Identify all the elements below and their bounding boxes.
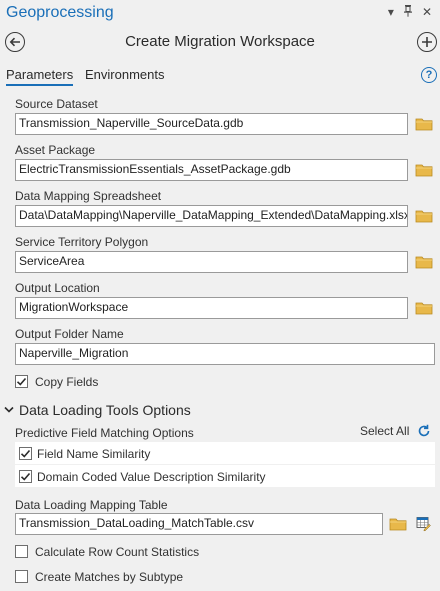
close-icon[interactable]: ✕ bbox=[422, 5, 432, 20]
folder-icon[interactable] bbox=[415, 255, 433, 269]
table-edit-icon[interactable] bbox=[416, 516, 432, 532]
asset-package-label: Asset Package bbox=[15, 143, 96, 157]
pin-icon[interactable] bbox=[403, 5, 412, 20]
mapping-table-label: Data Loading Mapping Table bbox=[15, 498, 168, 512]
tab-environments[interactable]: Environments bbox=[85, 67, 164, 82]
service-territory-label: Service Territory Polygon bbox=[15, 235, 149, 249]
chevron-down-icon bbox=[4, 406, 14, 413]
service-territory-field[interactable]: ServiceArea bbox=[15, 251, 408, 273]
by-subtype-label: Create Matches by Subtype bbox=[35, 570, 184, 584]
copy-fields-checkbox[interactable] bbox=[15, 375, 28, 388]
mapping-table-field[interactable]: Transmission_DataLoading_MatchTable.csv bbox=[15, 513, 383, 535]
help-icon[interactable]: ? bbox=[421, 67, 437, 83]
domain-coded-value-label: Domain Coded Value Description Similarit… bbox=[37, 470, 266, 484]
row-count-checkbox[interactable] bbox=[15, 545, 28, 558]
folder-icon[interactable] bbox=[415, 209, 433, 223]
folder-icon[interactable] bbox=[415, 163, 433, 177]
tab-parameters[interactable]: Parameters bbox=[6, 67, 74, 86]
select-all-link[interactable]: Select All bbox=[360, 424, 409, 438]
data-mapping-label: Data Mapping Spreadsheet bbox=[15, 189, 162, 203]
field-name-similarity-label: Field Name Similarity bbox=[37, 447, 151, 461]
domain-coded-value-checkbox[interactable] bbox=[19, 470, 32, 483]
folder-icon[interactable] bbox=[415, 301, 433, 315]
predictive-matching-label: Predictive Field Matching Options bbox=[15, 426, 194, 440]
refresh-icon[interactable] bbox=[417, 424, 431, 438]
data-loading-section-title: Data Loading Tools Options bbox=[19, 402, 191, 418]
data-loading-section-header[interactable]: Data Loading Tools Options bbox=[4, 402, 191, 418]
asset-package-field[interactable]: ElectricTransmissionEssentials_AssetPack… bbox=[15, 159, 408, 181]
folder-icon[interactable] bbox=[415, 117, 433, 131]
output-location-field[interactable]: MigrationWorkspace bbox=[15, 297, 408, 319]
add-button[interactable] bbox=[417, 32, 437, 52]
output-location-label: Output Location bbox=[15, 281, 100, 295]
folder-icon[interactable] bbox=[389, 517, 407, 531]
copy-fields-label: Copy Fields bbox=[35, 375, 99, 389]
source-dataset-field[interactable]: Transmission_Naperville_SourceData.gdb bbox=[15, 113, 408, 135]
pane-controls: ▾ ✕ bbox=[388, 5, 432, 20]
pane-menu-icon[interactable]: ▾ bbox=[388, 5, 394, 20]
plus-icon bbox=[422, 37, 432, 47]
source-dataset-label: Source Dataset bbox=[15, 97, 98, 111]
row-count-label: Calculate Row Count Statistics bbox=[35, 545, 200, 559]
by-subtype-checkbox[interactable] bbox=[15, 570, 28, 583]
field-name-similarity-checkbox[interactable] bbox=[19, 447, 32, 460]
output-folder-label: Output Folder Name bbox=[15, 327, 124, 341]
pane-title: Geoprocessing bbox=[6, 4, 114, 21]
output-folder-field[interactable]: Naperville_Migration bbox=[15, 343, 435, 365]
tool-title: Create Migration Workspace bbox=[125, 33, 315, 50]
data-mapping-field[interactable]: Data\DataMapping\Naperville_DataMapping_… bbox=[15, 205, 408, 227]
